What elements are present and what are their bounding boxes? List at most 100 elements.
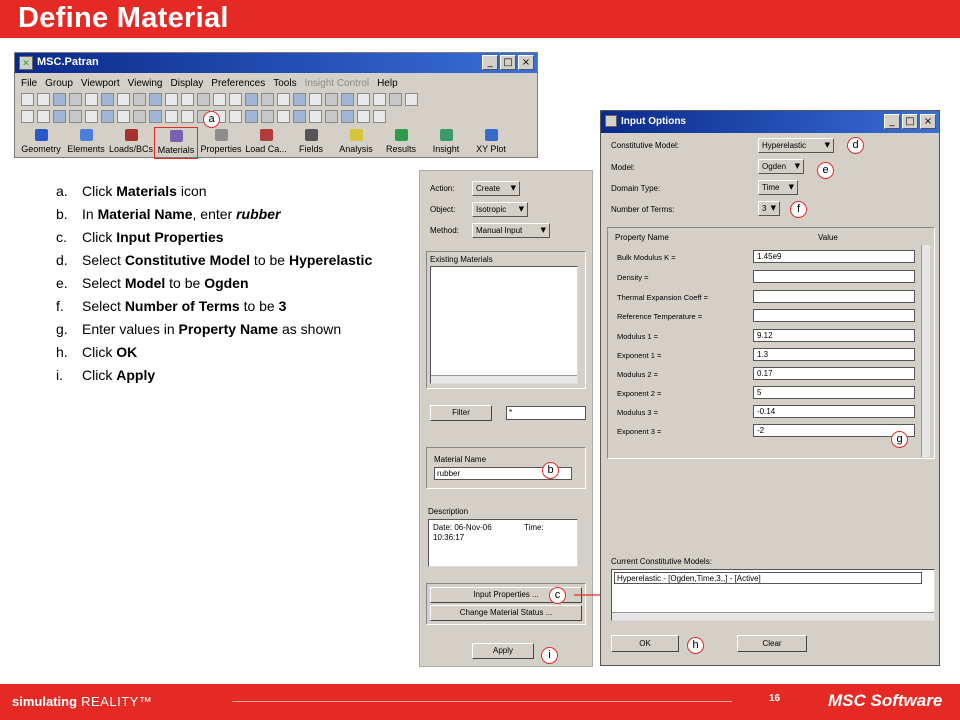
description-textarea[interactable]: Date: 06-Nov-06 Time: 10:36:17	[428, 519, 578, 567]
toolbar-icon[interactable]	[341, 110, 354, 123]
toolbar-icon[interactable]	[309, 93, 322, 106]
apply-button[interactable]: Apply	[472, 643, 534, 659]
close-icon[interactable]: ×	[518, 55, 534, 70]
property-value-input[interactable]: -2	[753, 424, 915, 437]
horizontal-scrollbar[interactable]	[431, 375, 577, 383]
menu-tools[interactable]: Tools	[273, 78, 296, 89]
property-value-input[interactable]: 9.12	[753, 329, 915, 342]
action-dropdown[interactable]: Create	[472, 181, 520, 196]
toolbar-icon[interactable]	[213, 93, 226, 106]
toolbar-icon[interactable]	[197, 93, 210, 106]
app-elements[interactable]: Elements	[64, 127, 108, 159]
toolbar-icon[interactable]	[101, 110, 114, 123]
toolbar-icon[interactable]	[245, 93, 258, 106]
menu-viewport[interactable]: Viewport	[81, 78, 120, 89]
menu-display[interactable]: Display	[171, 78, 204, 89]
toolbar-icon[interactable]	[405, 93, 418, 106]
property-value-input[interactable]	[753, 290, 915, 303]
toolbar-icon[interactable]	[229, 93, 242, 106]
toolbar-icon[interactable]	[85, 110, 98, 123]
clear-button[interactable]: Clear	[737, 635, 807, 652]
app-properties[interactable]: Properties	[199, 127, 243, 159]
app-xy-plot[interactable]: XY Plot	[469, 127, 513, 159]
menu-viewing[interactable]: Viewing	[128, 78, 163, 89]
app-analysis[interactable]: Analysis	[334, 127, 378, 159]
property-value-input[interactable]	[753, 309, 915, 322]
toolbar-icon[interactable]	[325, 93, 338, 106]
toolbar-icon[interactable]	[165, 110, 178, 123]
toolbar-icon[interactable]	[133, 110, 146, 123]
toolbar-icon[interactable]	[85, 93, 98, 106]
close-icon[interactable]: ×	[920, 114, 936, 129]
existing-materials-list[interactable]	[430, 266, 578, 384]
menu-group[interactable]: Group	[45, 78, 73, 89]
toolbar-icon[interactable]	[69, 110, 82, 123]
object-dropdown[interactable]: Isotropic	[472, 202, 528, 217]
toolbar-icon[interactable]	[69, 93, 82, 106]
toolbar-icon[interactable]	[277, 93, 290, 106]
minimize-icon[interactable]: _	[482, 55, 498, 70]
toolbar-icon[interactable]	[293, 110, 306, 123]
toolbar-icon[interactable]	[133, 93, 146, 106]
property-value-input[interactable]: 0.17	[753, 367, 915, 380]
maximize-icon[interactable]: □	[902, 114, 918, 129]
toolbar-icon[interactable]	[101, 93, 114, 106]
app-fields[interactable]: Fields	[289, 127, 333, 159]
toolbar-icon[interactable]	[357, 93, 370, 106]
constitutive-model-dropdown[interactable]: Hyperelastic	[758, 138, 834, 153]
method-dropdown[interactable]: Manual Input	[472, 223, 550, 238]
app-materials[interactable]: Materials	[154, 127, 198, 159]
toolbar-icon[interactable]	[245, 110, 258, 123]
toolbar-icon[interactable]	[117, 93, 130, 106]
app-loads-bcs[interactable]: Loads/BCs	[109, 127, 153, 159]
toolbar-icon[interactable]	[53, 93, 66, 106]
change-material-status-button[interactable]: Change Material Status ...	[430, 605, 582, 621]
property-value-input[interactable]: -0.14	[753, 405, 915, 418]
current-model-item[interactable]: Hyperelastic - [Ogden,Time,3,,] - [Activ…	[614, 572, 922, 584]
toolbar-icon[interactable]	[37, 110, 50, 123]
maximize-icon[interactable]: □	[500, 55, 516, 70]
toolbar-icon[interactable]	[53, 110, 66, 123]
menu-preferences[interactable]: Preferences	[211, 78, 265, 89]
app-results[interactable]: Results	[379, 127, 423, 159]
toolbar-icon[interactable]	[325, 110, 338, 123]
model-dropdown[interactable]: Ogden	[758, 159, 804, 174]
property-value-input[interactable]: 1.3	[753, 348, 915, 361]
toolbar-icon[interactable]	[181, 93, 194, 106]
toolbar-icon[interactable]	[373, 110, 386, 123]
menu-file[interactable]: File	[21, 78, 37, 89]
toolbar-icon[interactable]	[229, 110, 242, 123]
current-models-list[interactable]: Hyperelastic - [Ogden,Time,3,,] - [Activ…	[611, 569, 935, 621]
toolbar-icon[interactable]	[341, 93, 354, 106]
properties-scrollbar[interactable]	[921, 245, 930, 457]
filter-button[interactable]: Filter	[430, 405, 492, 421]
toolbar-icon[interactable]	[389, 93, 402, 106]
toolbar-icon[interactable]	[21, 110, 34, 123]
toolbar-icon[interactable]	[293, 93, 306, 106]
ok-button[interactable]: OK	[611, 635, 679, 652]
app-geometry[interactable]: Geometry	[19, 127, 63, 159]
toolbar-icon[interactable]	[149, 110, 162, 123]
menu-help[interactable]: Help	[377, 78, 398, 89]
toolbar-icon[interactable]	[21, 93, 34, 106]
domain-type-dropdown[interactable]: Time	[758, 180, 798, 195]
toolbar-icon[interactable]	[181, 110, 194, 123]
toolbar-icon[interactable]	[117, 110, 130, 123]
filter-input[interactable]: *	[506, 406, 586, 420]
toolbar-icon[interactable]	[357, 110, 370, 123]
property-value-input[interactable]: 5	[753, 386, 915, 399]
number-of-terms-dropdown[interactable]: 3	[758, 201, 780, 216]
toolbar-icon[interactable]	[165, 93, 178, 106]
minimize-icon[interactable]: _	[884, 114, 900, 129]
horizontal-scrollbar[interactable]	[612, 612, 934, 620]
app-load-cases[interactable]: Load Ca...	[244, 127, 288, 159]
toolbar-icon[interactable]	[149, 93, 162, 106]
toolbar-icon[interactable]	[309, 110, 322, 123]
property-value-input[interactable]	[753, 270, 915, 283]
toolbar-icon[interactable]	[261, 110, 274, 123]
toolbar-icon[interactable]	[373, 93, 386, 106]
app-insight[interactable]: Insight	[424, 127, 468, 159]
toolbar-icon[interactable]	[261, 93, 274, 106]
toolbar-icon[interactable]	[37, 93, 50, 106]
toolbar-icon[interactable]	[277, 110, 290, 123]
